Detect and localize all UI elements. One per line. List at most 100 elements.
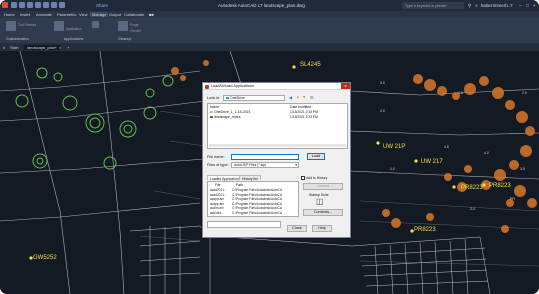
load-unload-dialog: Load/Unload Applications x Look in: OneD… — [202, 82, 351, 238]
new-file-icon[interactable] — [11, 2, 17, 8]
loaded-apps-table[interactable]: File Path acad2021... C:\Program Files\A… — [207, 181, 299, 217]
tab-more[interactable]: ■■ — [149, 12, 154, 17]
back-icon[interactable]: ◀ — [289, 95, 292, 100]
table-row-file[interactable]: acad2021... — [210, 193, 227, 197]
file-date: 1/15/2021 2:33 PM — [290, 115, 318, 119]
look-in-label: Look in: — [207, 96, 221, 100]
table-row-file[interactable]: acapp.arx — [210, 202, 224, 206]
save-as-icon[interactable] — [35, 2, 41, 8]
close-icon[interactable]: × — [533, 3, 536, 8]
up-folder-icon[interactable]: ▲ — [296, 95, 300, 99]
ribbon-panel: Tool Palettes Application Purge Overkill… — [0, 18, 539, 43]
tool-palettes-label[interactable]: Tool Palettes — [18, 23, 36, 27]
run-script-icon[interactable] — [92, 21, 99, 28]
table-row-file[interactable]: acapp.arx — [210, 197, 224, 201]
table-row-path[interactable]: C:\Program Files\Autodesk\AutoCA — [232, 193, 282, 197]
unload-button[interactable]: Unload — [303, 183, 343, 190]
file-type-select[interactable]: AutoLISP Files (*.lsp) ▾ — [231, 162, 299, 168]
contents-button[interactable]: Contents... — [303, 209, 343, 216]
table-row-path[interactable]: C:\Program Files\Autodesk\AutoCA — [232, 197, 282, 201]
col-file-header[interactable]: File — [215, 183, 220, 187]
tab-collaborate[interactable]: Collaborate — [124, 12, 144, 17]
share-button[interactable]: Share — [96, 3, 108, 8]
tab-parametric[interactable]: Parametric — [57, 12, 76, 17]
table-row-file[interactable]: acad2021... — [210, 188, 227, 192]
open-file-icon[interactable] — [19, 2, 25, 8]
panel-applications: Applications — [64, 37, 84, 41]
label-pr8223-c: PR8223 — [414, 227, 436, 233]
label-sl4245: SL4245 — [300, 62, 321, 68]
table-row-file[interactable]: achlnkd... — [210, 211, 224, 215]
dim-label: PR — [510, 197, 515, 201]
look-in-folder-icon — [226, 96, 229, 100]
purge-icon[interactable] — [118, 21, 128, 31]
tab-insert[interactable]: Insert — [20, 12, 30, 17]
view-menu-icon[interactable]: ☰ — [310, 95, 313, 100]
chevron-down-icon: ▾ — [295, 163, 297, 167]
col-name-header[interactable]: Name — [210, 105, 219, 109]
label-uw217: UW 217 — [421, 159, 443, 165]
close-tab-icon[interactable]: × — [59, 45, 61, 50]
status-field — [207, 221, 281, 228]
horizontal-scrollbar[interactable] — [209, 144, 346, 147]
col-date-header[interactable]: Date modified — [290, 105, 311, 109]
help-icon[interactable]: ? — [510, 3, 513, 8]
overkill-label[interactable]: Overkill — [130, 29, 141, 33]
search-placeholder: Type a keyword or phrase — [405, 3, 447, 8]
briefcase-icon: ◫ — [316, 197, 324, 206]
table-row-path[interactable]: C:\Program Files\Autodesk\AutoCA — [232, 206, 282, 210]
tab-start[interactable]: Start — [10, 45, 18, 50]
tab-view[interactable]: View — [79, 12, 88, 17]
print-icon[interactable] — [43, 2, 49, 8]
dim-label: 2.4 — [470, 207, 475, 211]
table-row-path[interactable]: C:\Program Files\Autodesk\AutoCA — [232, 202, 282, 206]
files-of-type-label: Files of type: — [207, 163, 229, 167]
table-row-path[interactable]: C:\Program Files\Autodesk\AutoCA — [232, 188, 282, 192]
panel-customization: Customization — [6, 37, 29, 41]
tab-history-list[interactable]: History list — [239, 175, 261, 181]
user-interface-icon[interactable] — [6, 21, 16, 31]
dialog-close-icon[interactable]: x — [341, 83, 350, 89]
application-label[interactable]: Application — [66, 27, 82, 31]
undo-icon[interactable] — [51, 2, 57, 8]
search-icon[interactable]: ⚲ — [468, 3, 471, 9]
file-item[interactable]: landscape_notes — [210, 115, 240, 119]
tab-landscape-plan[interactable]: landscape_plan* — [24, 44, 60, 50]
dialog-title-bar: Load/Unload Applications x — [203, 83, 350, 90]
dim-label: 3.5 — [520, 167, 525, 171]
label-gw5252: GW5252 — [33, 255, 57, 261]
user-icon[interactable]: ● — [475, 3, 478, 8]
file-name-input[interactable] — [231, 154, 299, 160]
new-tab-button[interactable]: + — [67, 45, 69, 50]
table-row-file[interactable]: acdim.arx — [210, 206, 224, 210]
purge-label[interactable]: Purge — [130, 23, 139, 27]
tab-manage[interactable]: Manage — [90, 12, 109, 18]
dim-label: 1.0 — [390, 167, 395, 171]
tab-output[interactable]: Output — [109, 12, 121, 17]
look-in-select[interactable]: OneDrive — [223, 95, 285, 101]
minimize-icon[interactable]: – — [519, 3, 522, 8]
app-menu-icon[interactable] — [2, 2, 8, 8]
help-button[interactable]: Help — [312, 225, 332, 232]
tab-annotate[interactable]: Annotate — [36, 12, 52, 17]
tab-home[interactable]: Home — [4, 12, 15, 17]
load-application-icon[interactable] — [54, 21, 64, 31]
redo-icon[interactable] — [59, 2, 65, 8]
tab-loaded-applications[interactable]: Loaded Applications — [207, 175, 244, 181]
file-name: OneDrive_1_1-15-2021 — [214, 110, 251, 114]
save-icon[interactable] — [27, 2, 33, 8]
new-folder-icon[interactable]: ■ — [303, 95, 305, 99]
title-bar: Share Autodesk AutoCAD LT landscape_plan… — [0, 0, 539, 11]
file-tabs: ■ Start landscape_plan* × + — [0, 43, 539, 51]
col-path-header[interactable]: Path — [236, 183, 243, 187]
add-to-history-checkbox[interactable] — [301, 176, 305, 180]
file-type-value: AutoLISP Files (*.lsp) — [234, 163, 267, 167]
search-input[interactable]: Type a keyword or phrase — [402, 2, 464, 9]
table-row-path[interactable]: C:\Program Files\Autodesk\AutoCA — [232, 211, 282, 215]
maximize-icon[interactable]: □ — [526, 3, 529, 8]
close-button[interactable]: Close — [287, 225, 307, 232]
load-button[interactable]: Load — [307, 153, 325, 160]
file-item[interactable]: OneDrive_1_1-15-2021 — [210, 110, 251, 114]
user-name[interactable]: katiezimmerb... — [481, 3, 512, 8]
file-list[interactable]: Name Date modified OneDrive_1_1-15-2021 … — [207, 103, 348, 149]
